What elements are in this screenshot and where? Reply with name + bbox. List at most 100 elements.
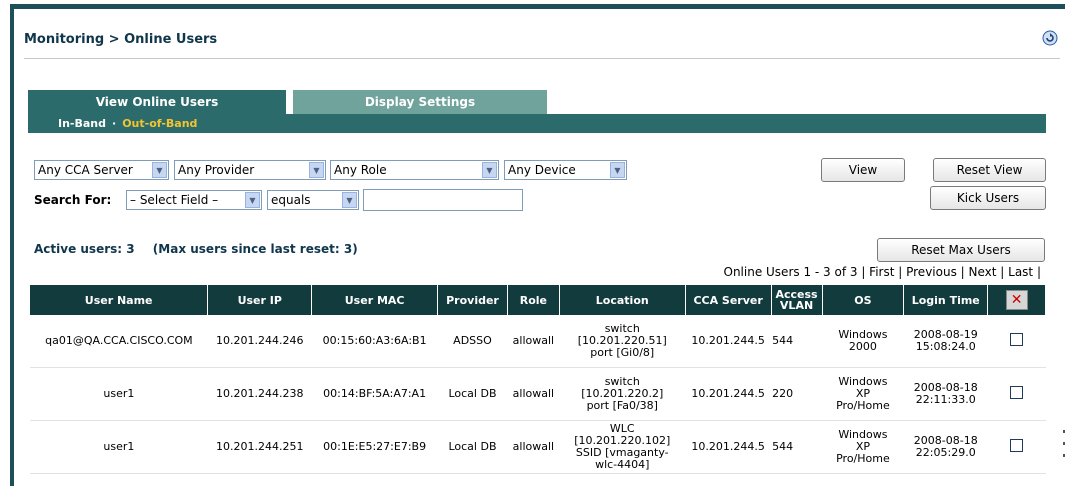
active-users-summary: Active users: 3 (Max users since last re… [34, 242, 358, 256]
max-users-count: (Max users since last reset: 3) [152, 242, 358, 256]
cell-location: WLC [10.201.220.102] SSID [vmaganty- wlc… [559, 420, 686, 474]
login-time: 15:08:24.0 [915, 340, 976, 353]
provider-select-value: Any Provider [178, 163, 255, 177]
column-header-access-vlan[interactable]: Access VLAN [771, 285, 823, 315]
kick-users-button[interactable]: Kick Users [930, 186, 1046, 210]
kick-selected-column: ✕ [987, 285, 1046, 315]
view-button[interactable]: View [821, 158, 905, 182]
chevron-down-icon: ▼ [152, 162, 167, 178]
reset-view-button[interactable]: Reset View [933, 158, 1046, 182]
cell-location: switch [10.201.220.51] port [Gi0/8] [559, 315, 686, 368]
subtab-out-of-band[interactable]: Out-of-Band [122, 117, 197, 130]
chevron-down-icon: ▼ [610, 162, 625, 178]
column-header-location[interactable]: Location [559, 285, 686, 315]
cell-login-time: 2008-08-18 22:05:29.0 [903, 420, 988, 474]
row-select-checkbox[interactable] [1010, 439, 1024, 452]
header-divider [24, 58, 1060, 59]
column-header-os[interactable]: OS [822, 285, 905, 315]
first-page-link[interactable]: First [869, 265, 894, 279]
close-icon[interactable]: ✕ [1005, 290, 1028, 310]
column-header-role[interactable]: Role [507, 285, 560, 315]
search-field-select[interactable]: – Select Field – ▼ [126, 190, 262, 210]
cell-os: Windows 2000 [822, 315, 904, 368]
subtab-bar: In-Band · Out-of-Band [28, 114, 1046, 133]
role-select[interactable]: Any Role ▼ [330, 160, 499, 180]
location-line: port [Gi0/8] [590, 346, 655, 359]
search-for-label: Search For: [34, 193, 112, 207]
cell-role: allowall [507, 315, 560, 368]
cell-user-name: user1 [30, 367, 208, 421]
operator-select[interactable]: equals ▼ [267, 190, 359, 210]
pagination: Online Users 1 - 3 of 3 | First | Previo… [723, 265, 1042, 279]
window-left-border [10, 4, 14, 486]
device-select[interactable]: Any Device ▼ [504, 160, 627, 180]
cell-user-ip: 10.201.244.251 [207, 420, 312, 474]
column-header-user-name[interactable]: User Name [30, 285, 209, 315]
cell-os: Windows XP Pro/Home [822, 367, 904, 421]
subtab-in-band[interactable]: In-Band [58, 117, 106, 130]
row-select-checkbox[interactable] [1010, 333, 1024, 346]
role-select-value: Any Role [334, 163, 387, 177]
cell-user-mac: 00:14:BF:5A:A7:A1 [311, 367, 438, 421]
cell-cca-server: 10.201.244.5 [685, 367, 772, 421]
os-line: Pro/Home [836, 399, 890, 412]
cell-provider: ADSSO [437, 315, 508, 368]
search-value-input[interactable] [363, 189, 523, 211]
cell-role: allowall [507, 420, 560, 474]
table-row: user1 10.201.244.251 00:1E:E5:27:E7:B9 L… [30, 420, 1046, 474]
device-select-value: Any Device [508, 163, 576, 177]
cell-access-vlan: 544 [771, 420, 823, 474]
column-header-login-time[interactable]: Login Time [903, 285, 989, 315]
chevron-down-icon: ▼ [482, 162, 497, 178]
location-line: wlc-4404] [595, 458, 650, 471]
cell-access-vlan: 220 [771, 367, 823, 421]
table-row: qa01@QA.CCA.CISCO.COM 10.201.244.246 00:… [30, 315, 1046, 368]
location-line: port [Fa0/38] [586, 399, 658, 412]
cell-user-ip: 10.201.244.246 [207, 315, 312, 368]
cell-access-vlan: 544 [771, 315, 823, 368]
chevron-down-icon: ▼ [309, 162, 324, 178]
cell-location: switch [10.201.220.2] port [Fa0/38] [559, 367, 686, 421]
cell-user-name: user1 [30, 420, 208, 474]
subtab-separator: · [112, 117, 117, 130]
cell-user-mac: 00:15:60:A3:6A:B1 [311, 315, 438, 368]
tab-view-online-users[interactable]: View Online Users [28, 90, 286, 114]
refresh-icon[interactable] [1042, 30, 1058, 46]
cell-cca-server: 10.201.244.5 [685, 315, 772, 368]
reset-max-users-button[interactable]: Reset Max Users [877, 238, 1045, 262]
tab-display-settings[interactable]: Display Settings [293, 90, 547, 114]
cell-select [987, 420, 1046, 474]
column-header-user-mac[interactable]: User MAC [311, 285, 439, 315]
column-header-provider[interactable]: Provider [437, 285, 508, 315]
cell-login-time: 2008-08-19 15:08:24.0 [903, 315, 988, 368]
cell-role: allowall [507, 367, 560, 421]
os-line: Pro/Home [836, 452, 890, 465]
cell-login-time: 2008-08-18 22:11:33.0 [903, 367, 988, 421]
pagination-range: Online Users 1 - 3 of 3 [723, 265, 858, 279]
os-line: 2000 [848, 340, 877, 353]
page-breadcrumb: Monitoring > Online Users [24, 32, 218, 47]
active-users-count: Active users: 3 [34, 242, 135, 256]
cell-user-ip: 10.201.244.238 [207, 367, 312, 421]
provider-select[interactable]: Any Provider ▼ [174, 160, 326, 180]
table-row: user1 10.201.244.238 00:14:BF:5A:A7:A1 L… [30, 367, 1046, 421]
cell-provider: Local DB [437, 367, 508, 421]
chevron-down-icon: ▼ [245, 192, 260, 208]
column-header-cca-server[interactable]: CCA Server [685, 285, 772, 315]
cell-cca-server: 10.201.244.5 [685, 420, 772, 474]
column-header-user-ip[interactable]: User IP [207, 285, 313, 315]
cca-server-select[interactable]: Any CCA Server ▼ [34, 160, 169, 180]
row-select-checkbox[interactable] [1010, 386, 1024, 399]
cell-os: Windows XP Pro/Home [822, 420, 904, 474]
chevron-down-icon: ▼ [342, 192, 357, 208]
cell-provider: Local DB [437, 420, 508, 474]
next-page-link[interactable]: Next [969, 265, 997, 279]
last-page-link[interactable]: Last [1008, 265, 1033, 279]
cca-server-select-value: Any CCA Server [38, 163, 133, 177]
search-field-select-value: – Select Field – [130, 193, 219, 207]
window-top-border [10, 4, 1065, 9]
cell-select [987, 367, 1046, 421]
previous-page-link[interactable]: Previous [906, 265, 957, 279]
cell-user-mac: 00:1E:E5:27:E7:B9 [311, 420, 438, 474]
cell-select [987, 315, 1046, 368]
